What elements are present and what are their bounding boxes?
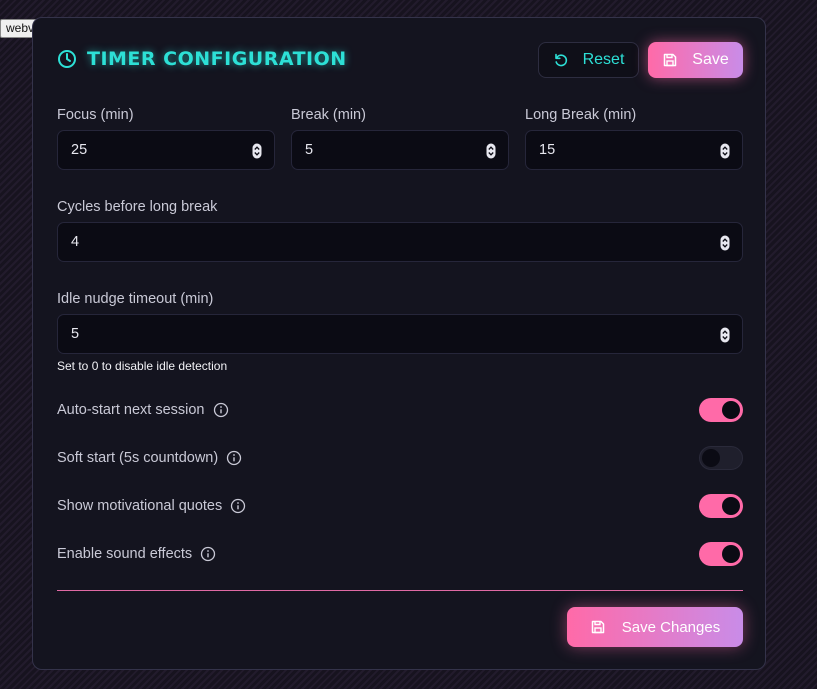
long-break-value: 15 bbox=[539, 142, 556, 158]
divider bbox=[57, 590, 743, 591]
toggle-knob bbox=[722, 497, 740, 515]
save-changes-label: Save Changes bbox=[621, 618, 721, 636]
long-break-input[interactable]: 15 bbox=[525, 130, 743, 170]
long-break-label: Long Break (min) bbox=[525, 107, 637, 123]
info-icon[interactable] bbox=[230, 498, 246, 514]
toggle-knob bbox=[722, 545, 740, 563]
focus-value: 25 bbox=[71, 142, 88, 158]
toggle-label: Soft start (5s countdown) bbox=[57, 450, 219, 466]
toggle-label: Enable sound effects bbox=[57, 546, 193, 562]
save-icon bbox=[662, 52, 678, 68]
toggle-label: Auto-start next session bbox=[57, 402, 205, 418]
cycles-input[interactable]: 4 bbox=[57, 222, 743, 262]
spinner-icon[interactable] bbox=[720, 235, 730, 251]
spinner-icon[interactable] bbox=[252, 143, 262, 159]
save-button[interactable]: Save bbox=[648, 42, 743, 78]
auto-start-toggle[interactable] bbox=[699, 398, 743, 422]
toggle-row-soft-start: Soft start (5s countdown) bbox=[57, 450, 242, 466]
toggle-label: Show motivational quotes bbox=[57, 498, 223, 514]
spinner-icon[interactable] bbox=[720, 327, 730, 343]
cycles-value: 4 bbox=[71, 234, 80, 250]
reset-icon bbox=[553, 52, 569, 68]
toggle-knob bbox=[702, 449, 720, 467]
sound-toggle[interactable] bbox=[699, 542, 743, 566]
break-label: Break (min) bbox=[291, 107, 366, 123]
reset-button-label: Reset bbox=[582, 51, 625, 68]
toggle-knob bbox=[722, 401, 740, 419]
idle-hint: Set to 0 to disable idle detection bbox=[57, 359, 228, 373]
soft-start-toggle[interactable] bbox=[699, 446, 743, 470]
toggle-row-auto-start: Auto-start next session bbox=[57, 402, 229, 418]
save-icon bbox=[590, 619, 606, 635]
spinner-icon[interactable] bbox=[720, 143, 730, 159]
idle-label: Idle nudge timeout (min) bbox=[57, 291, 214, 307]
panel-header: TIMER CONFIGURATION bbox=[57, 48, 347, 70]
idle-value: 5 bbox=[71, 326, 80, 342]
save-changes-button[interactable]: Save Changes bbox=[567, 607, 743, 647]
focus-label: Focus (min) bbox=[57, 107, 134, 123]
break-value: 5 bbox=[305, 142, 314, 158]
clock-icon bbox=[57, 49, 77, 69]
toggle-row-quotes: Show motivational quotes bbox=[57, 498, 246, 514]
reset-button[interactable]: Reset bbox=[538, 42, 639, 78]
timer-config-panel: TIMER CONFIGURATION Reset Save Focus (mi… bbox=[32, 17, 766, 670]
idle-input[interactable]: 5 bbox=[57, 314, 743, 354]
spinner-icon[interactable] bbox=[486, 143, 496, 159]
save-button-label: Save bbox=[692, 51, 729, 68]
quotes-toggle[interactable] bbox=[699, 494, 743, 518]
info-icon[interactable] bbox=[200, 546, 216, 562]
info-icon[interactable] bbox=[226, 450, 242, 466]
page-title: TIMER CONFIGURATION bbox=[87, 48, 347, 70]
toggle-row-sound: Enable sound effects bbox=[57, 546, 216, 562]
focus-input[interactable]: 25 bbox=[57, 130, 275, 170]
cycles-label: Cycles before long break bbox=[57, 199, 218, 215]
info-icon[interactable] bbox=[213, 402, 229, 418]
break-input[interactable]: 5 bbox=[291, 130, 509, 170]
